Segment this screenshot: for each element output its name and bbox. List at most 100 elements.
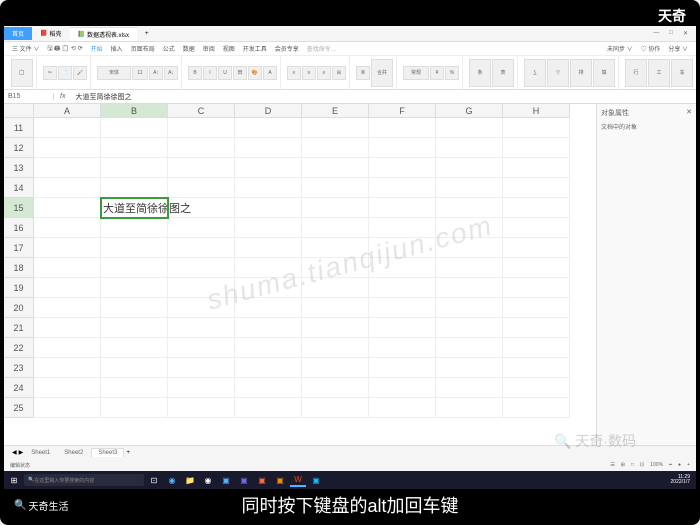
rows-cols[interactable]: 行 <box>625 59 647 87</box>
edge-icon[interactable]: ◉ <box>164 473 180 487</box>
cell-B23[interactable] <box>101 358 168 378</box>
cell-F22[interactable] <box>369 338 436 358</box>
panel-close-icon[interactable]: ✕ <box>686 108 692 118</box>
cell-C22[interactable] <box>168 338 235 358</box>
cell-G25[interactable] <box>436 398 503 418</box>
table-style[interactable]: 表 <box>492 59 514 87</box>
cell-B11[interactable] <box>101 118 168 138</box>
cell-F11[interactable] <box>369 118 436 138</box>
cell-D13[interactable] <box>235 158 302 178</box>
cell-A21[interactable] <box>34 318 101 338</box>
row-header-12[interactable]: 12 <box>4 138 34 158</box>
cell-D18[interactable] <box>235 258 302 278</box>
cell-B22[interactable] <box>101 338 168 358</box>
share-button[interactable]: 分享 ∨ <box>668 44 688 53</box>
cell-H18[interactable] <box>503 258 570 278</box>
cell-A19[interactable] <box>34 278 101 298</box>
cell-B20[interactable] <box>101 298 168 318</box>
cell-E19[interactable] <box>302 278 369 298</box>
font-grow[interactable]: A↑ <box>149 66 163 80</box>
cell-E24[interactable] <box>302 378 369 398</box>
merge-button[interactable]: ⊞ <box>332 66 346 80</box>
menu-data[interactable]: 数据 <box>183 44 195 53</box>
cell-F12[interactable] <box>369 138 436 158</box>
cell-C23[interactable] <box>168 358 235 378</box>
cell-D21[interactable] <box>235 318 302 338</box>
cell-D15[interactable] <box>235 198 302 218</box>
cell-A12[interactable] <box>34 138 101 158</box>
row-header-16[interactable]: 16 <box>4 218 34 238</box>
cell-A16[interactable] <box>34 218 101 238</box>
cell-E11[interactable] <box>302 118 369 138</box>
menu-search[interactable]: 查找命令... <box>307 44 336 53</box>
cell-G17[interactable] <box>436 238 503 258</box>
filter-button[interactable]: ▽ <box>547 59 569 87</box>
zoom-level[interactable]: 100% <box>650 462 663 468</box>
sort-button[interactable]: 排 <box>570 59 592 87</box>
menu-insert[interactable]: 插入 <box>111 44 123 53</box>
cell-G13[interactable] <box>436 158 503 178</box>
cell-D20[interactable] <box>235 298 302 318</box>
merge-center[interactable]: 合并 <box>371 59 393 87</box>
cell-E12[interactable] <box>302 138 369 158</box>
cell-F15[interactable] <box>369 198 436 218</box>
menu-layout[interactable]: 页面布局 <box>131 44 155 53</box>
col-header-H[interactable]: H <box>503 104 570 118</box>
docer-tab[interactable]: 📕 稻壳 <box>32 27 70 40</box>
cell-F24[interactable] <box>369 378 436 398</box>
app-icon-4[interactable]: ▣ <box>272 473 288 487</box>
cell-E13[interactable] <box>302 158 369 178</box>
name-box[interactable]: B15 <box>4 93 54 100</box>
maximize-icon[interactable]: □ <box>669 30 673 37</box>
menu-dev[interactable]: 开发工具 <box>243 44 267 53</box>
cell-H25[interactable] <box>503 398 570 418</box>
app-icon-2[interactable]: ▣ <box>236 473 252 487</box>
add-sheet-button[interactable]: + <box>126 450 130 456</box>
cell-C18[interactable] <box>168 258 235 278</box>
cut-button[interactable]: ✂ <box>43 66 57 80</box>
cell-D12[interactable] <box>235 138 302 158</box>
spreadsheet-grid[interactable]: ABCDEFGH1112131415大道至简徐徐图之16171819202122… <box>4 104 596 418</box>
fill-button[interactable]: 填 <box>593 59 615 87</box>
new-tab-button[interactable]: + <box>137 29 157 39</box>
cell-G21[interactable] <box>436 318 503 338</box>
view-break-icon[interactable]: □ <box>631 462 634 468</box>
col-header-G[interactable]: G <box>436 104 503 118</box>
font-shrink[interactable]: A↓ <box>164 66 178 80</box>
col-header-A[interactable]: A <box>34 104 101 118</box>
conditional-format[interactable]: 条 <box>469 59 491 87</box>
align-right[interactable]: ≡ <box>317 66 331 80</box>
cell-F18[interactable] <box>369 258 436 278</box>
format-painter[interactable]: 🖌 <box>73 66 87 80</box>
cell-B14[interactable] <box>101 178 168 198</box>
cell-D25[interactable] <box>235 398 302 418</box>
cell-G20[interactable] <box>436 298 503 318</box>
fill-color[interactable]: 🎨 <box>248 66 262 80</box>
start-button[interactable]: ⊞ <box>6 473 22 487</box>
col-header-D[interactable]: D <box>235 104 302 118</box>
cell-H14[interactable] <box>503 178 570 198</box>
cell-D11[interactable] <box>235 118 302 138</box>
cell-E23[interactable] <box>302 358 369 378</box>
sync-status[interactable]: 未同步 ∨ <box>607 44 633 53</box>
percent-button[interactable]: % <box>445 66 459 80</box>
view-page-icon[interactable]: ⊞ <box>621 462 625 468</box>
formula-input[interactable]: 大道至简徐徐图之 <box>71 92 696 102</box>
cell-B16[interactable] <box>101 218 168 238</box>
cell-F25[interactable] <box>369 398 436 418</box>
col-header-B[interactable]: B <box>101 104 168 118</box>
cell-G19[interactable] <box>436 278 503 298</box>
menu-formula[interactable]: 公式 <box>163 44 175 53</box>
cell-H12[interactable] <box>503 138 570 158</box>
taskbar-date[interactable]: 2022/1/7 <box>671 480 690 485</box>
zoom-in-icon[interactable]: + <box>687 462 690 468</box>
cell-F23[interactable] <box>369 358 436 378</box>
cell-B15[interactable]: 大道至简徐徐图之 <box>101 198 168 218</box>
cell-F19[interactable] <box>369 278 436 298</box>
cell-C19[interactable] <box>168 278 235 298</box>
cell-C21[interactable] <box>168 318 235 338</box>
cell-B17[interactable] <box>101 238 168 258</box>
menu-review[interactable]: 审阅 <box>203 44 215 53</box>
sheet-tab-3[interactable]: Sheet3 <box>91 448 124 457</box>
cell-G12[interactable] <box>436 138 503 158</box>
